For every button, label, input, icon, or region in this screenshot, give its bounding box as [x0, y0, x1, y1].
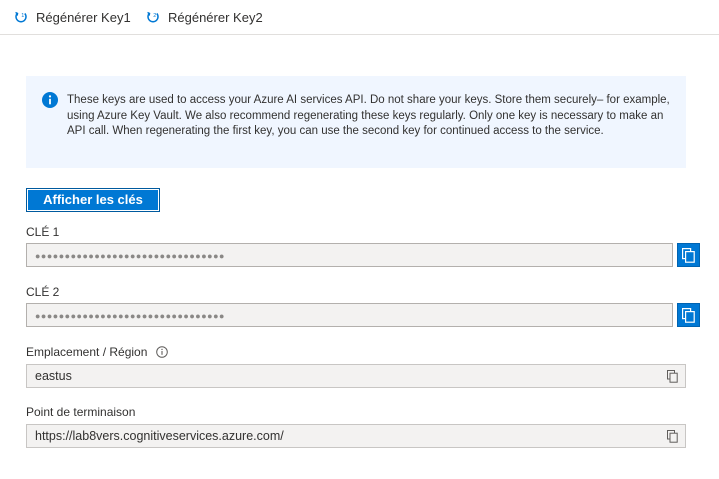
copy-key1-button[interactable]: [677, 243, 700, 267]
location-label: Emplacement / Région: [26, 345, 148, 359]
key2-label: CLÉ 2: [26, 285, 60, 299]
regenerate-key1-label: Régénérer Key1: [36, 9, 131, 25]
copy-icon[interactable]: [667, 370, 678, 383]
key1-label: CLÉ 1: [26, 225, 60, 239]
svg-text:2: 2: [153, 13, 156, 19]
copy-icon[interactable]: [667, 430, 678, 443]
endpoint-label: Point de terminaison: [26, 405, 136, 419]
svg-text:1: 1: [21, 13, 24, 19]
refresh-icon: 1: [15, 11, 27, 23]
info-message-bar: These keys are used to access your Azure…: [26, 76, 686, 168]
key2-masked-value: ●●●●●●●●●●●●●●●●●●●●●●●●●●●●●●●●: [35, 311, 225, 321]
info-icon: [42, 92, 58, 108]
info-icon[interactable]: [156, 346, 169, 358]
key2-field[interactable]: ●●●●●●●●●●●●●●●●●●●●●●●●●●●●●●●●: [26, 303, 673, 327]
regenerate-key2-label: Régénérer Key2: [168, 9, 263, 25]
location-label-row: Emplacement / Région: [26, 345, 169, 359]
info-message-text: These keys are used to access your Azure…: [67, 94, 670, 137]
regenerate-key2-button[interactable]: 2 Régénérer Key2: [146, 6, 263, 28]
regenerate-key1-button[interactable]: 1 Régénérer Key1: [14, 6, 131, 28]
key1-masked-value: ●●●●●●●●●●●●●●●●●●●●●●●●●●●●●●●●: [35, 251, 225, 261]
command-bar: 1 Régénérer Key1 2 Régénérer Key2: [0, 0, 719, 35]
location-field[interactable]: eastus: [26, 364, 686, 388]
refresh-icon: 2: [147, 11, 159, 23]
copy-icon: [682, 307, 695, 323]
show-keys-button[interactable]: Afficher les clés: [26, 188, 160, 212]
copy-icon: [682, 247, 695, 263]
endpoint-field[interactable]: https://lab8vers.cognitiveservices.azure…: [26, 424, 686, 448]
endpoint-value: https://lab8vers.cognitiveservices.azure…: [35, 429, 284, 443]
location-value: eastus: [35, 369, 72, 383]
key1-field[interactable]: ●●●●●●●●●●●●●●●●●●●●●●●●●●●●●●●●: [26, 243, 673, 267]
copy-key2-button[interactable]: [677, 303, 700, 327]
